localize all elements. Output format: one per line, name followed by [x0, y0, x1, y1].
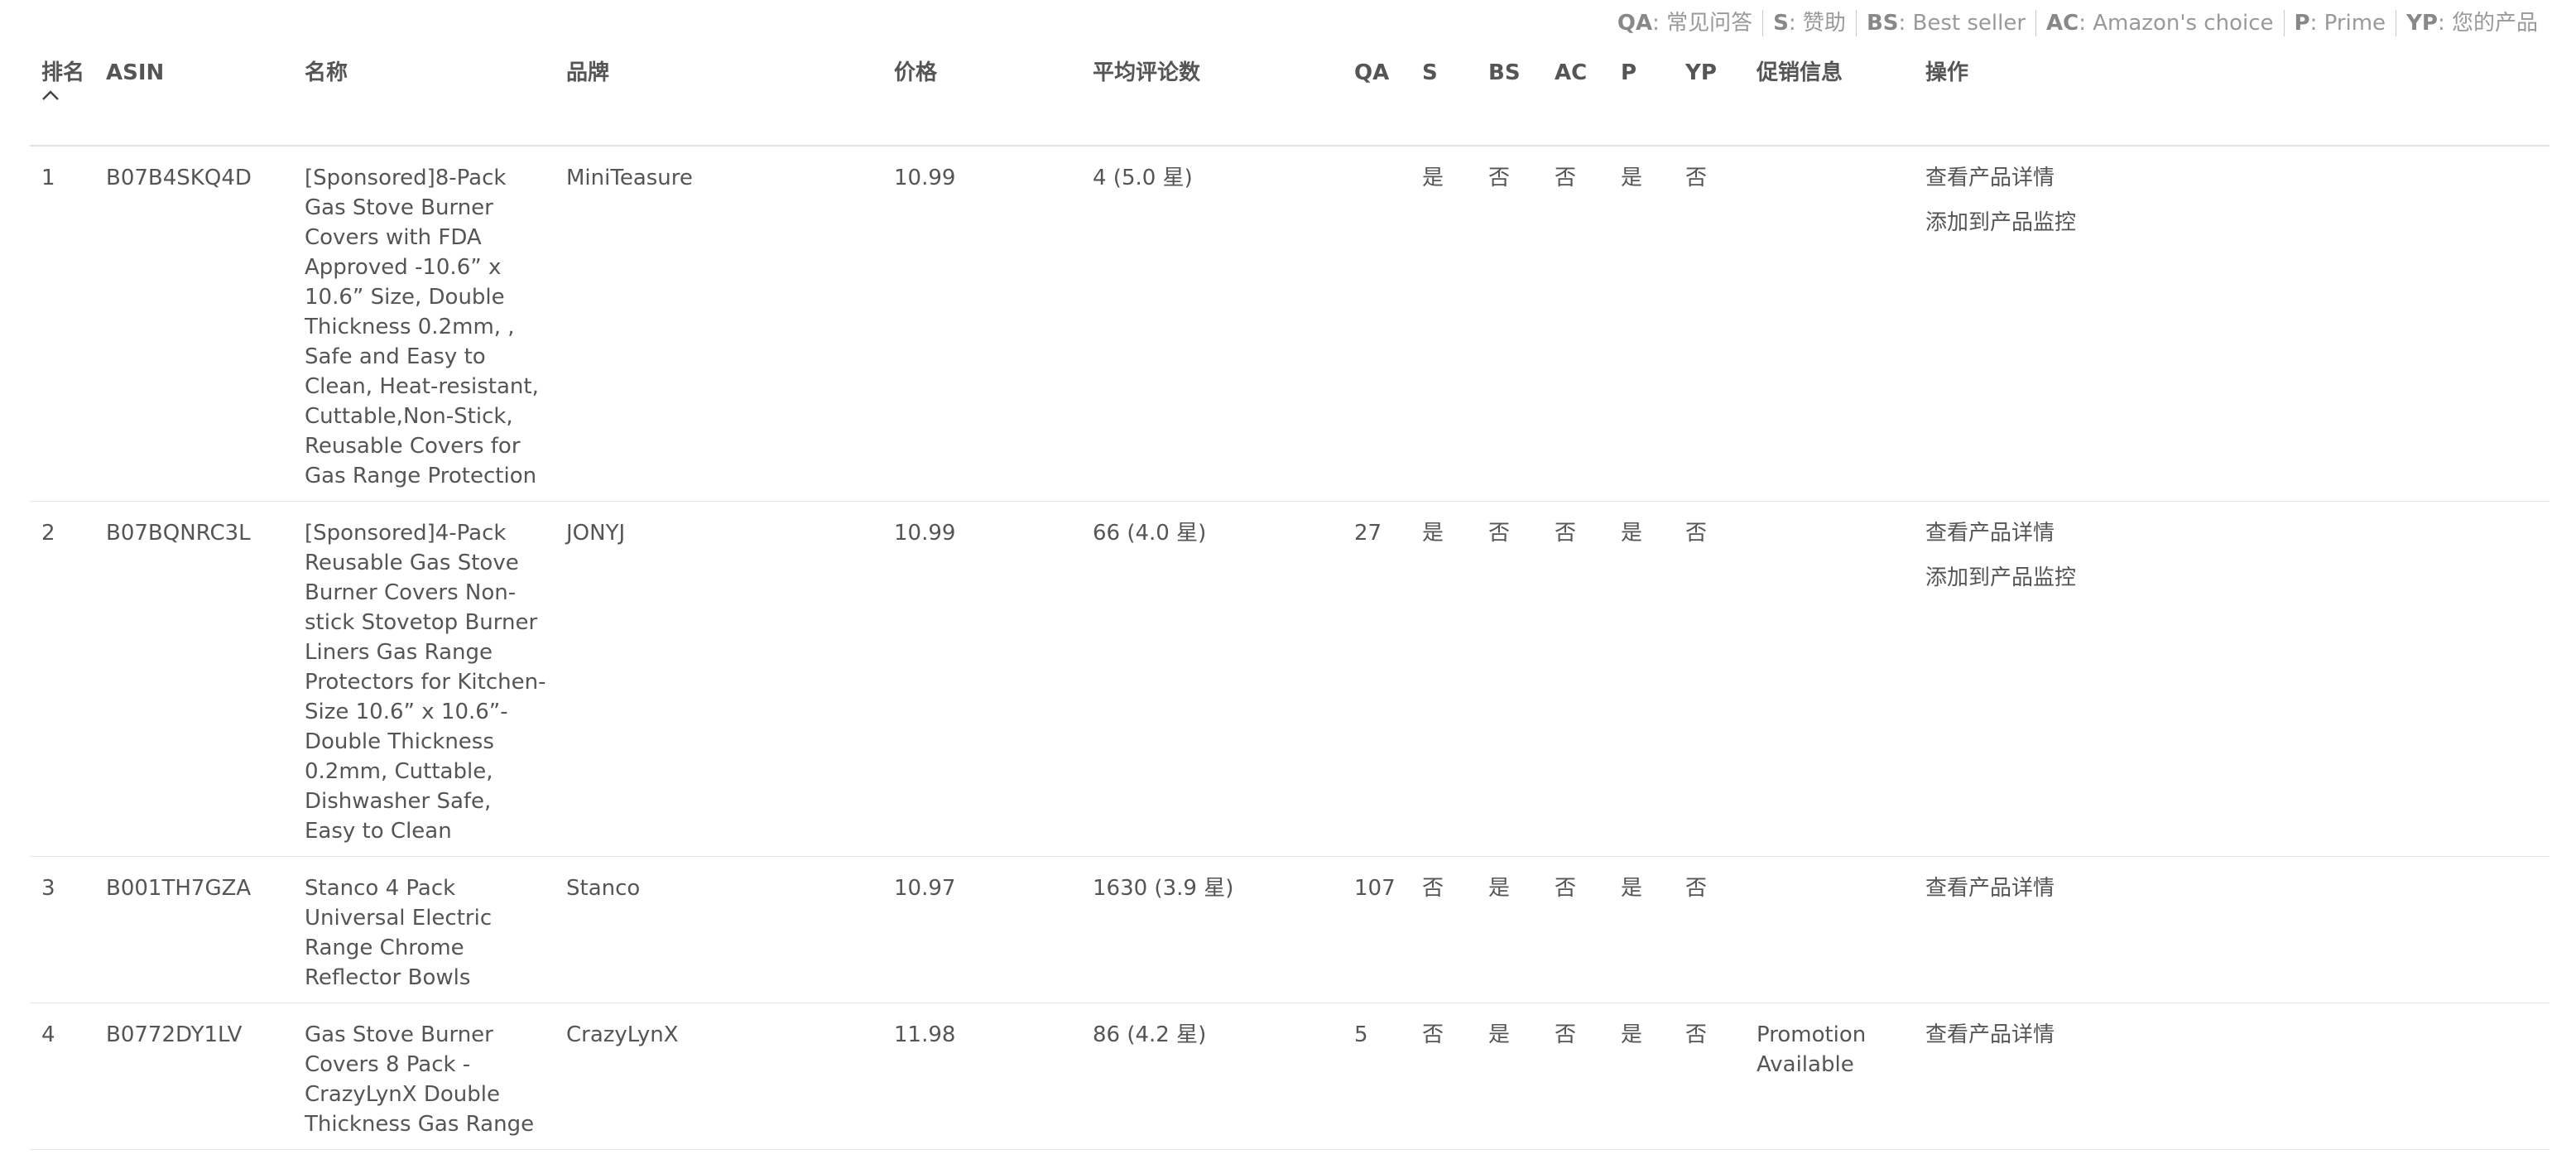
column-header-reviews[interactable]: 平均评论数: [1081, 53, 1343, 147]
cell-rank: 3: [30, 856, 94, 1003]
cell-qa: 107: [1343, 856, 1411, 1003]
cell-asin: B0772DY1LV: [94, 1003, 293, 1150]
cell-actions: 查看产品详情: [1914, 1003, 2550, 1150]
column-header-asin[interactable]: ASIN: [94, 53, 293, 147]
column-header-yp[interactable]: YP: [1674, 53, 1745, 147]
cell-reviews: 66 (4.0 星): [1081, 501, 1343, 857]
cell-ac: 否: [1543, 1003, 1609, 1150]
cell-bs: 否: [1477, 146, 1543, 502]
cell-yp: 否: [1674, 146, 1745, 502]
table-row: 4 B0772DY1LV Gas Stove Burner Covers 8 P…: [30, 1003, 2550, 1150]
table-row: 2 B07BQNRC3L [Sponsored]4-Pack Reusable …: [30, 501, 2550, 857]
legend-item-bs: BS: Best seller: [1855, 10, 2035, 36]
cell-s: 否: [1411, 1003, 1477, 1150]
view-product-details-link[interactable]: 查看产品详情: [1925, 163, 2543, 193]
add-to-monitor-link[interactable]: 添加到产品监控: [1925, 563, 2543, 593]
cell-brand: MiniTeasure: [555, 146, 882, 502]
cell-rank: 2: [30, 501, 94, 857]
cell-ac: 否: [1543, 146, 1609, 502]
cell-brand: Stanco: [555, 856, 882, 1003]
cell-ac: 否: [1543, 856, 1609, 1003]
cell-bs: 否: [1477, 501, 1543, 857]
view-product-details-link[interactable]: 查看产品详情: [1925, 1020, 2543, 1050]
cell-p: 是: [1609, 501, 1674, 857]
column-legend: QA: 常见问答 S: 赞助 BS: Best seller AC: Amazo…: [1608, 10, 2548, 36]
cell-promo: Promotion Available: [1745, 1003, 1914, 1150]
legend-item-ac: AC: Amazon's choice: [2035, 10, 2283, 36]
view-product-details-link[interactable]: 查看产品详情: [1925, 873, 2543, 903]
cell-brand: JONYJ: [555, 501, 882, 857]
cell-s: 是: [1411, 501, 1477, 857]
column-header-price[interactable]: 价格: [882, 53, 1081, 147]
cell-p: 是: [1609, 856, 1674, 1003]
cell-reviews: 86 (4.2 星): [1081, 1003, 1343, 1150]
cell-qa: 27: [1343, 501, 1411, 857]
column-header-promo[interactable]: 促销信息: [1745, 53, 1914, 147]
legend-item-qa: QA: 常见问答: [1617, 11, 1753, 36]
cell-rank: 1: [30, 146, 94, 502]
cell-rank: 4: [30, 1003, 94, 1150]
cell-name: Gas Stove Burner Covers 8 Pack - CrazyLy…: [293, 1003, 555, 1150]
cell-price: 10.99: [882, 501, 1081, 857]
legend-item-s: S: 赞助: [1762, 10, 1856, 36]
cell-promo: [1745, 501, 1914, 857]
cell-actions: 查看产品详情: [1914, 856, 2550, 1003]
cell-name: Stanco 4 Pack Universal Electric Range C…: [293, 856, 555, 1003]
cell-asin: B07BQNRC3L: [94, 501, 293, 857]
cell-p: 是: [1609, 146, 1674, 502]
cell-yp: 否: [1674, 1003, 1745, 1150]
product-table: 排名 ASIN 名称 品牌 价格 平均评论数 QA S BS AC P YP 促…: [30, 53, 2550, 1150]
cell-actions: 查看产品详情 添加到产品监控: [1914, 146, 2550, 502]
view-product-details-link[interactable]: 查看产品详情: [1925, 518, 2543, 548]
column-header-rank-label: 排名: [41, 60, 85, 85]
cell-price: 10.97: [882, 856, 1081, 1003]
column-header-s[interactable]: S: [1411, 53, 1477, 147]
cell-qa: [1343, 146, 1411, 502]
table-row: 1 B07B4SKQ4D [Sponsored]8-Pack Gas Stove…: [30, 146, 2550, 502]
legend-item-p: P: Prime: [2283, 10, 2396, 36]
cell-yp: 否: [1674, 501, 1745, 857]
cell-brand: CrazyLynX: [555, 1003, 882, 1150]
cell-ac: 否: [1543, 501, 1609, 857]
cell-promo: [1745, 856, 1914, 1003]
cell-yp: 否: [1674, 856, 1745, 1003]
table-header-row: 排名 ASIN 名称 品牌 价格 平均评论数 QA S BS AC P YP 促…: [30, 53, 2550, 147]
column-header-rank[interactable]: 排名: [30, 53, 94, 147]
cell-bs: 是: [1477, 1003, 1543, 1150]
table-row: 3 B001TH7GZA Stanco 4 Pack Universal Ele…: [30, 856, 2550, 1003]
column-header-p[interactable]: P: [1609, 53, 1674, 147]
cell-name: [Sponsored]8-Pack Gas Stove Burner Cover…: [293, 146, 555, 502]
cell-p: 是: [1609, 1003, 1674, 1150]
cell-price: 10.99: [882, 146, 1081, 502]
cell-promo: [1745, 146, 1914, 502]
cell-reviews: 1630 (3.9 星): [1081, 856, 1343, 1003]
cell-s: 是: [1411, 146, 1477, 502]
column-header-qa[interactable]: QA: [1343, 53, 1411, 147]
column-header-ac[interactable]: AC: [1543, 53, 1609, 147]
cell-asin: B07B4SKQ4D: [94, 146, 293, 502]
cell-bs: 是: [1477, 856, 1543, 1003]
cell-asin: B001TH7GZA: [94, 856, 293, 1003]
cell-reviews: 4 (5.0 星): [1081, 146, 1343, 502]
cell-actions: 查看产品详情 添加到产品监控: [1914, 501, 2550, 857]
legend-item-yp: YP: 您的产品: [2396, 10, 2548, 36]
cell-s: 否: [1411, 856, 1477, 1003]
chevron-up-icon[interactable]: [41, 86, 88, 106]
column-header-name[interactable]: 名称: [293, 53, 555, 147]
column-header-actions: 操作: [1914, 53, 2550, 147]
column-header-brand[interactable]: 品牌: [555, 53, 882, 147]
cell-price: 11.98: [882, 1003, 1081, 1150]
cell-name: [Sponsored]4-Pack Reusable Gas Stove Bur…: [293, 501, 555, 857]
cell-qa: 5: [1343, 1003, 1411, 1150]
column-header-bs[interactable]: BS: [1477, 53, 1543, 147]
add-to-monitor-link[interactable]: 添加到产品监控: [1925, 208, 2543, 238]
